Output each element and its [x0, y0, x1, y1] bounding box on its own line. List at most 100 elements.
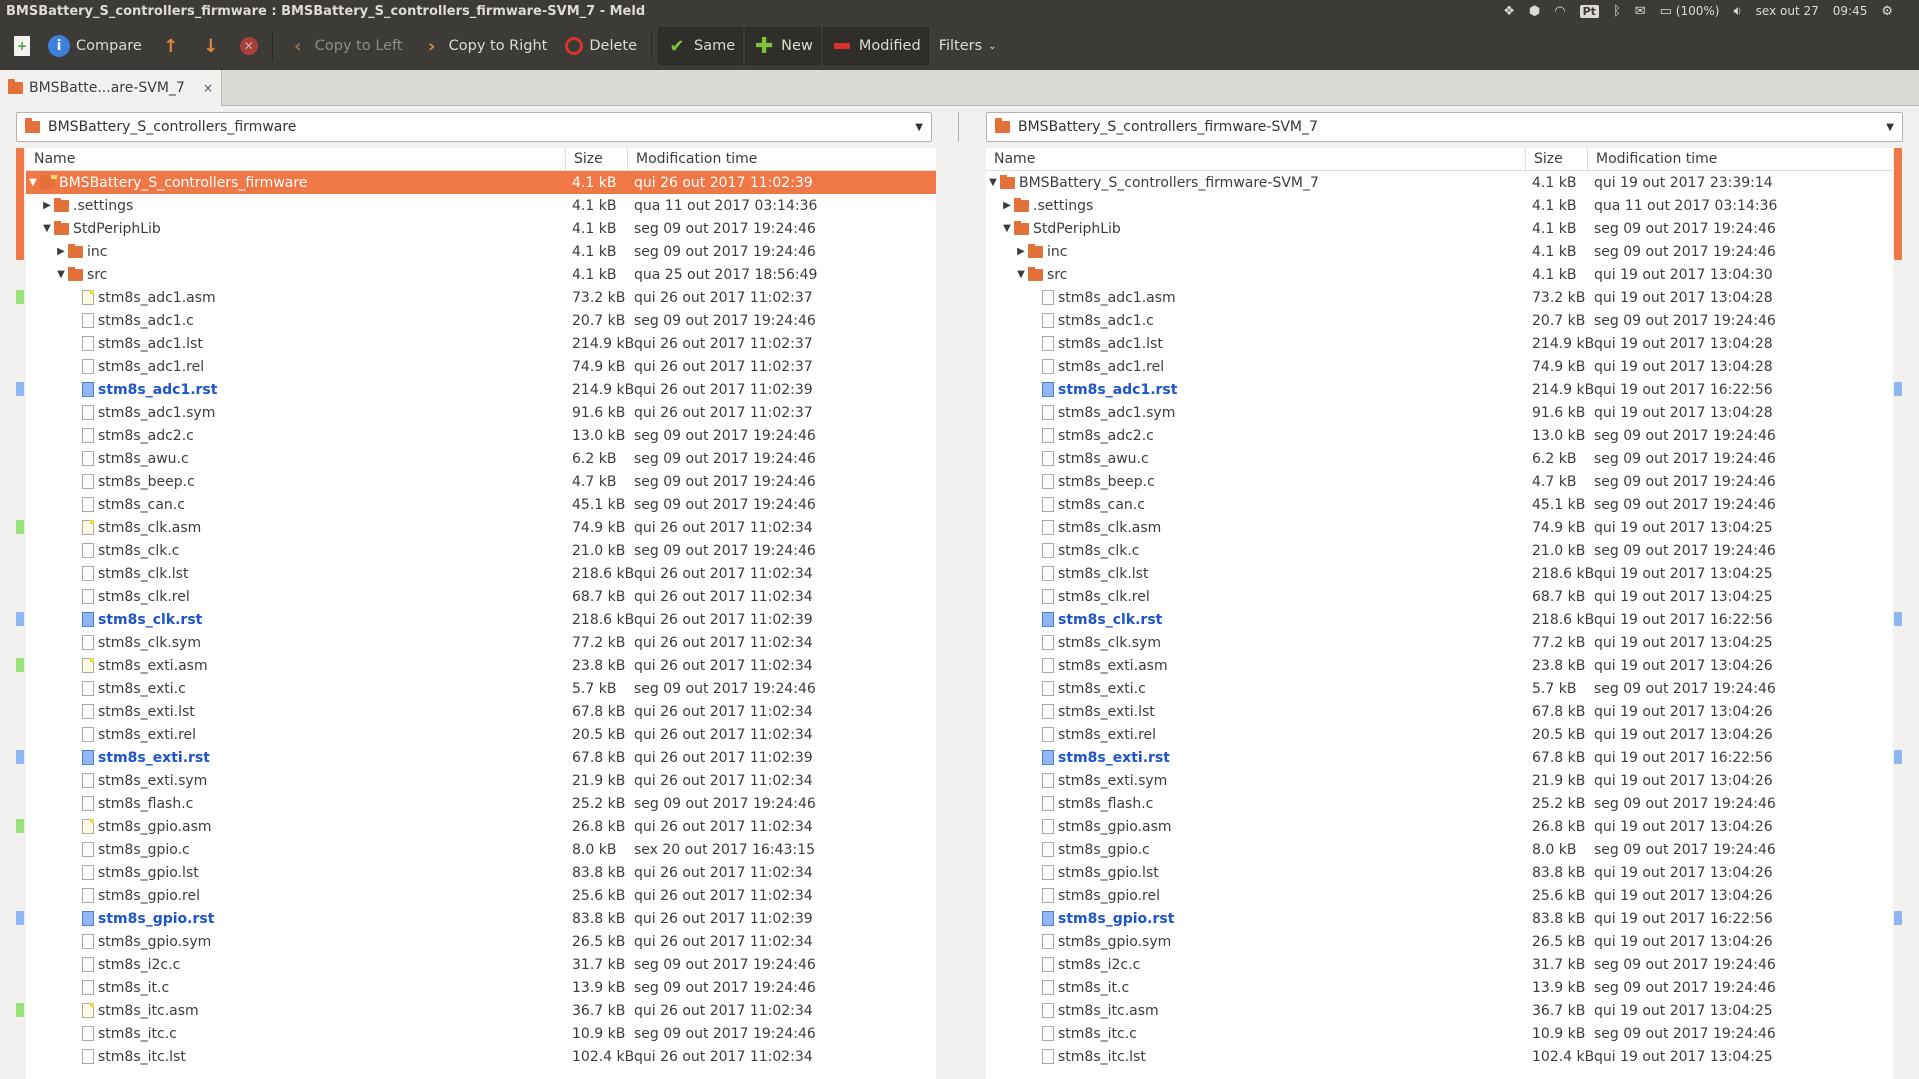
- folder-row[interactable]: ▼ BMSBattery_S_controllers_firmware-SVM_7…: [986, 171, 1893, 194]
- file-row[interactable]: stm8s_exti.rel 20.5 kB qui 19 out 2017 13:…: [986, 723, 1893, 746]
- file-row[interactable]: stm8s_adc2.c 13.0 kB seg 09 out 2017 19:24…: [26, 424, 936, 447]
- volume-icon[interactable]: 🔉︎: [1733, 4, 1741, 19]
- time-column-header[interactable]: Modification time: [628, 148, 928, 170]
- settings-gear-icon[interactable]: ⚙: [1881, 4, 1893, 19]
- copy-to-right-button[interactable]: › Copy to Right: [413, 27, 556, 65]
- file-row[interactable]: stm8s_exti.lst 67.8 kB qui 19 out 2017 13:…: [986, 700, 1893, 723]
- filter-new-toggle[interactable]: ✚ New: [745, 27, 821, 65]
- file-row[interactable]: stm8s_clk.rst 218.6 kB qui 19 out 2017 16:…: [986, 608, 1893, 631]
- left-tree-view[interactable]: Name Size Modification time ▼ BMSBattery_…: [26, 148, 936, 1079]
- right-tree-view[interactable]: Name Size Modification time ▼ BMSBattery_…: [986, 148, 1893, 1079]
- folder-row[interactable]: ▶ inc 4.1 kB seg 09 out 2017 19:24:46: [986, 240, 1893, 263]
- file-row[interactable]: stm8s_exti.sym 21.9 kB qui 26 out 2017 11:…: [26, 769, 936, 792]
- previous-change-button[interactable]: ↑: [152, 27, 190, 65]
- file-row[interactable]: stm8s_exti.lst 67.8 kB qui 26 out 2017 11:…: [26, 700, 936, 723]
- file-row[interactable]: stm8s_clk.asm 74.9 kB qui 26 out 2017 11:0…: [26, 516, 936, 539]
- next-change-button[interactable]: ↓: [192, 27, 230, 65]
- file-row[interactable]: stm8s_it.c 13.9 kB seg 09 out 2017 19:24:4…: [986, 976, 1893, 999]
- expander-open-icon[interactable]: ▼: [1000, 223, 1014, 234]
- file-row[interactable]: stm8s_clk.c 21.0 kB seg 09 out 2017 19:24:…: [986, 539, 1893, 562]
- file-row[interactable]: stm8s_gpio.rst 83.8 kB qui 26 out 2017 11:…: [26, 907, 936, 930]
- mail-icon[interactable]: ✉: [1635, 4, 1646, 19]
- right-overview-scrollbar[interactable]: [1905, 148, 1915, 1079]
- file-row[interactable]: stm8s_exti.asm 23.8 kB qui 19 out 2017 13:…: [986, 654, 1893, 677]
- file-row[interactable]: stm8s_exti.rel 20.5 kB qui 26 out 2017 11:…: [26, 723, 936, 746]
- file-row[interactable]: stm8s_adc1.lst 214.9 kB qui 26 out 2017 11…: [26, 332, 936, 355]
- file-row[interactable]: stm8s_itc.c 10.9 kB seg 09 out 2017 19:24:…: [986, 1022, 1893, 1045]
- file-row[interactable]: stm8s_gpio.sym 26.5 kB qui 19 out 2017 13:…: [986, 930, 1893, 953]
- file-row[interactable]: stm8s_gpio.sym 26.5 kB qui 26 out 2017 11:…: [26, 930, 936, 953]
- expander-open-icon[interactable]: ▼: [54, 269, 68, 280]
- folder-row[interactable]: ▼ src 4.1 kB qui 19 out 2017 13:04:30: [986, 263, 1893, 286]
- compare-button[interactable]: i Compare: [40, 27, 150, 65]
- time-column-header[interactable]: Modification time: [1588, 148, 1888, 170]
- folder-row[interactable]: ▶ inc 4.1 kB seg 09 out 2017 19:24:46: [26, 240, 936, 263]
- file-row[interactable]: stm8s_awu.c 6.2 kB seg 09 out 2017 19:24:4…: [26, 447, 936, 470]
- file-row[interactable]: stm8s_exti.rst 67.8 kB qui 19 out 2017 16:…: [986, 746, 1893, 769]
- wifi-icon[interactable]: ◠: [1554, 4, 1565, 19]
- file-row[interactable]: stm8s_exti.asm 23.8 kB qui 26 out 2017 11:…: [26, 654, 936, 677]
- expander-open-icon[interactable]: ▼: [40, 223, 54, 234]
- file-row[interactable]: stm8s_gpio.rel 25.6 kB qui 19 out 2017 13:…: [986, 884, 1893, 907]
- file-row[interactable]: stm8s_clk.rel 68.7 kB qui 19 out 2017 13:0…: [986, 585, 1893, 608]
- file-row[interactable]: stm8s_itc.lst 102.4 kB qui 26 out 2017 11:…: [26, 1045, 936, 1068]
- tray-app-icon[interactable]: ⬢: [1529, 4, 1540, 19]
- file-row[interactable]: stm8s_adc1.sym 91.6 kB qui 26 out 2017 11:…: [26, 401, 936, 424]
- file-row[interactable]: stm8s_adc1.rst 214.9 kB qui 26 out 2017 11…: [26, 378, 936, 401]
- file-row[interactable]: stm8s_can.c 45.1 kB seg 09 out 2017 19:24:…: [986, 493, 1893, 516]
- tab-comparison[interactable]: BMSBatte...are-SVM_7 ×: [0, 70, 222, 106]
- file-row[interactable]: stm8s_clk.sym 77.2 kB qui 19 out 2017 13:0…: [986, 631, 1893, 654]
- file-row[interactable]: stm8s_awu.c 6.2 kB seg 09 out 2017 19:24:4…: [986, 447, 1893, 470]
- filter-same-toggle[interactable]: ✔ Same: [658, 27, 744, 65]
- file-row[interactable]: stm8s_adc1.c 20.7 kB seg 09 out 2017 19:24…: [986, 309, 1893, 332]
- size-column-header[interactable]: Size: [1526, 148, 1588, 170]
- keyboard-layout-indicator[interactable]: Pt: [1579, 4, 1599, 18]
- file-row[interactable]: stm8s_itc.asm 36.7 kB qui 26 out 2017 11:0…: [26, 999, 936, 1022]
- file-row[interactable]: stm8s_itc.asm 36.7 kB qui 19 out 2017 13:0…: [986, 999, 1893, 1022]
- file-row[interactable]: stm8s_clk.rst 218.6 kB qui 26 out 2017 11:…: [26, 608, 936, 631]
- file-row[interactable]: stm8s_clk.c 21.0 kB seg 09 out 2017 19:24:…: [26, 539, 936, 562]
- file-row[interactable]: stm8s_clk.lst 218.6 kB qui 19 out 2017 13:…: [986, 562, 1893, 585]
- expander-open-icon[interactable]: ▼: [986, 177, 1000, 188]
- folder-row[interactable]: ▶ .settings 4.1 kB qua 11 out 2017 03:14:36: [26, 194, 936, 217]
- file-row[interactable]: stm8s_adc1.c 20.7 kB seg 09 out 2017 19:24…: [26, 309, 936, 332]
- file-row[interactable]: stm8s_flash.c 25.2 kB seg 09 out 2017 19:2…: [26, 792, 936, 815]
- file-row[interactable]: stm8s_can.c 45.1 kB seg 09 out 2017 19:24:…: [26, 493, 936, 516]
- delete-button[interactable]: Delete: [557, 27, 645, 65]
- file-row[interactable]: stm8s_adc1.asm 73.2 kB qui 26 out 2017 11:…: [26, 286, 936, 309]
- folder-row[interactable]: ▼ StdPeriphLib 4.1 kB seg 09 out 2017 19:24…: [986, 217, 1893, 240]
- bluetooth-icon[interactable]: ᛒ: [1613, 4, 1621, 19]
- file-row[interactable]: stm8s_clk.rel 68.7 kB qui 26 out 2017 11:0…: [26, 585, 936, 608]
- name-column-header[interactable]: Name: [26, 148, 566, 170]
- file-row[interactable]: stm8s_adc1.rel 74.9 kB qui 26 out 2017 11:…: [26, 355, 936, 378]
- file-row[interactable]: stm8s_exti.sym 21.9 kB qui 19 out 2017 13:…: [986, 769, 1893, 792]
- new-comparison-button[interactable]: +: [6, 27, 38, 65]
- size-column-header[interactable]: Size: [566, 148, 628, 170]
- file-row[interactable]: stm8s_clk.sym 77.2 kB qui 26 out 2017 11:0…: [26, 631, 936, 654]
- file-row[interactable]: stm8s_gpio.rel 25.6 kB qui 26 out 2017 11:…: [26, 884, 936, 907]
- expander-closed-icon[interactable]: ▶: [40, 200, 54, 211]
- file-row[interactable]: stm8s_gpio.asm 26.8 kB qui 26 out 2017 11:…: [26, 815, 936, 838]
- stop-button[interactable]: ✕: [232, 27, 266, 65]
- clock-time[interactable]: 09:45: [1833, 4, 1868, 18]
- file-row[interactable]: stm8s_gpio.rst 83.8 kB qui 19 out 2017 16:…: [986, 907, 1893, 930]
- filters-menu-button[interactable]: Filters ⌄: [931, 27, 1005, 65]
- expander-open-icon[interactable]: ▼: [26, 177, 40, 188]
- file-row[interactable]: stm8s_gpio.c 8.0 kB seg 09 out 2017 19:24:…: [986, 838, 1893, 861]
- clock-date[interactable]: sex out 27: [1756, 4, 1819, 18]
- expander-closed-icon[interactable]: ▶: [1000, 200, 1014, 211]
- file-row[interactable]: stm8s_gpio.lst 83.8 kB qui 26 out 2017 11:…: [26, 861, 936, 884]
- name-column-header[interactable]: Name: [986, 148, 1526, 170]
- battery-indicator[interactable]: ▭ (100%): [1660, 4, 1720, 19]
- folder-row[interactable]: ▶ .settings 4.1 kB qua 11 out 2017 03:14:36: [986, 194, 1893, 217]
- file-row[interactable]: stm8s_adc1.rel 74.9 kB qui 19 out 2017 13:…: [986, 355, 1893, 378]
- left-folder-chooser[interactable]: BMSBattery_S_controllers_firmware ▼: [16, 112, 932, 142]
- file-row[interactable]: stm8s_i2c.c 31.7 kB seg 09 out 2017 19:24:…: [26, 953, 936, 976]
- file-row[interactable]: stm8s_adc1.lst 214.9 kB qui 19 out 2017 13…: [986, 332, 1893, 355]
- file-row[interactable]: stm8s_gpio.c 8.0 kB sex 20 out 2017 16:43:…: [26, 838, 936, 861]
- file-row[interactable]: stm8s_adc1.asm 73.2 kB qui 19 out 2017 13:…: [986, 286, 1893, 309]
- right-folder-chooser[interactable]: BMSBattery_S_controllers_firmware-SVM_7 …: [986, 112, 1903, 142]
- expander-closed-icon[interactable]: ▶: [54, 246, 68, 257]
- file-row[interactable]: stm8s_beep.c 4.7 kB seg 09 out 2017 19:24:…: [26, 470, 936, 493]
- file-row[interactable]: stm8s_clk.lst 218.6 kB qui 26 out 2017 11:…: [26, 562, 936, 585]
